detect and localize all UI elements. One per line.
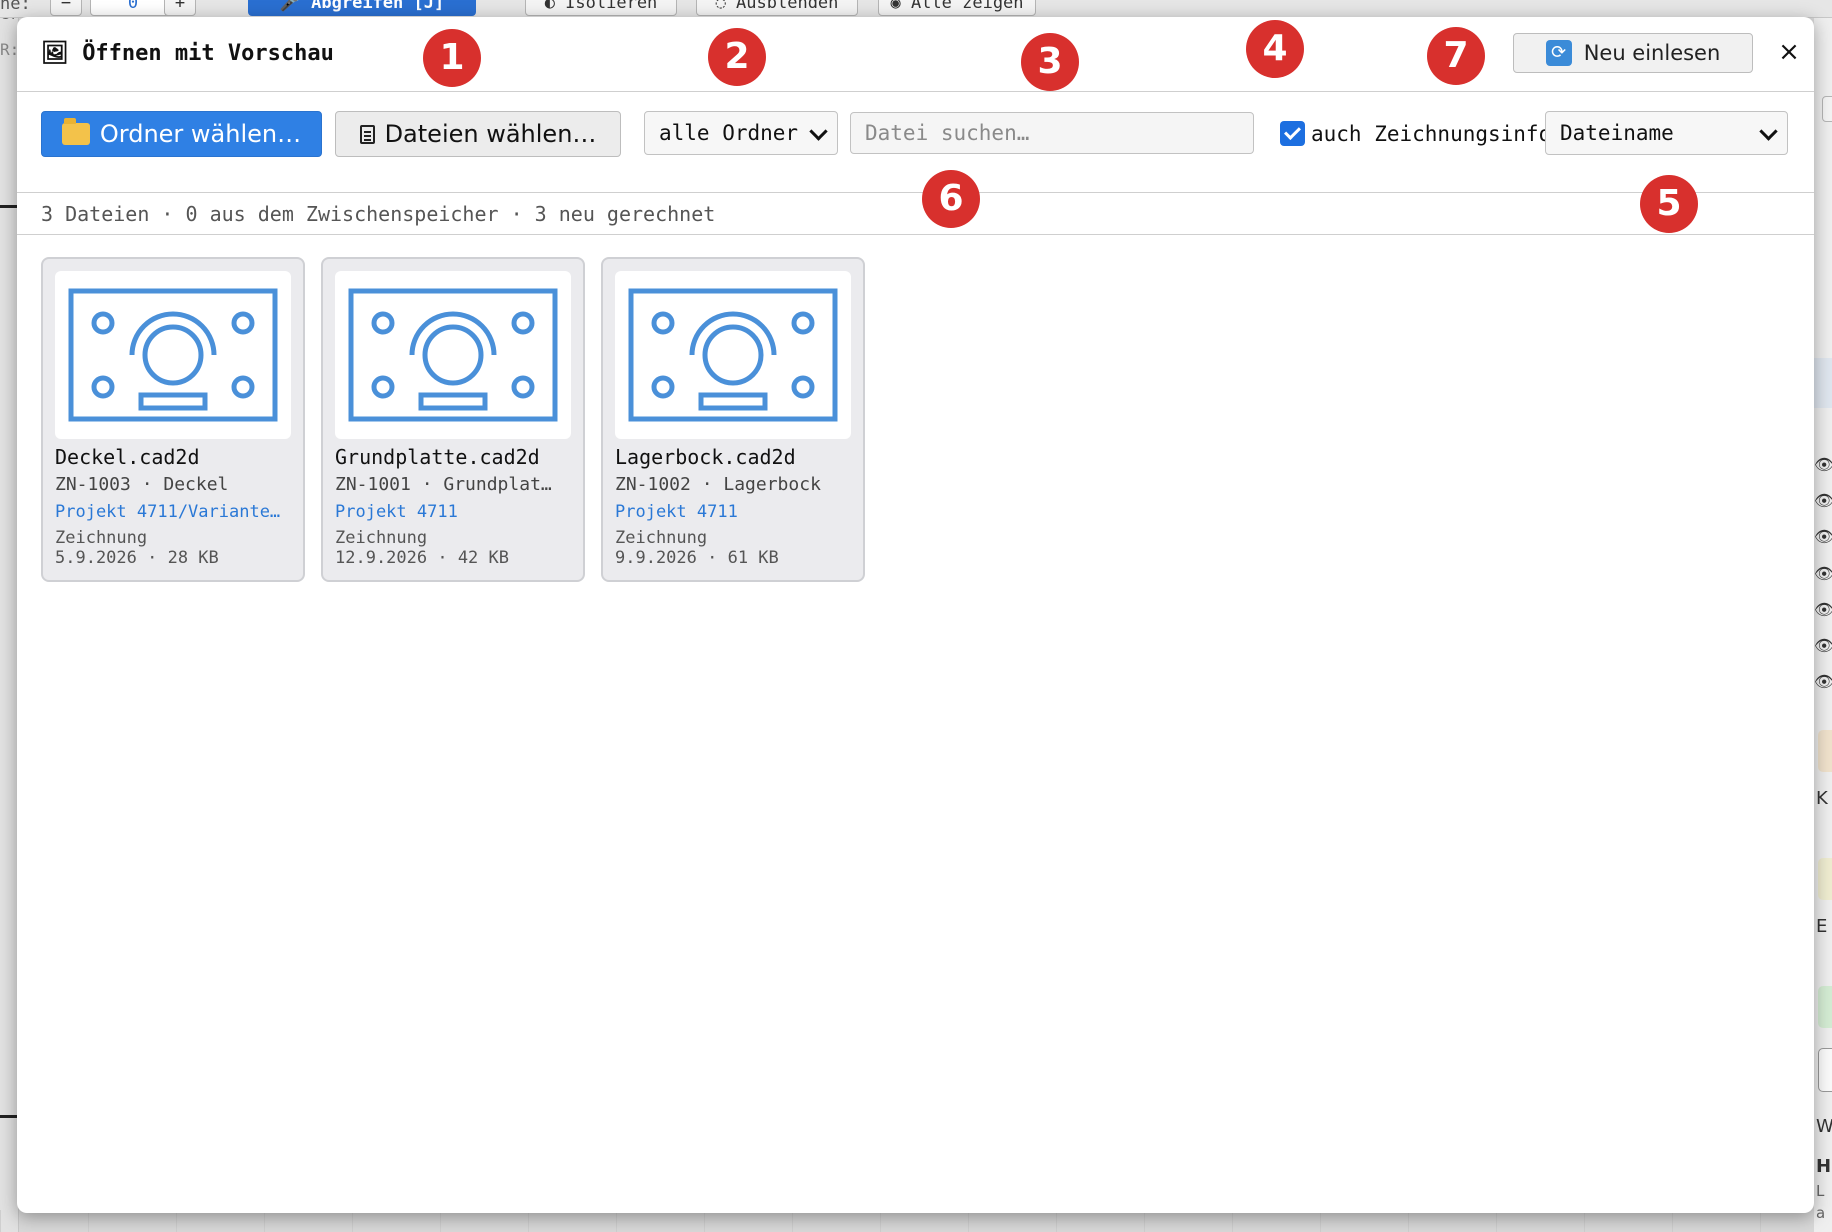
drawing-info-checkbox[interactable] <box>1280 121 1305 146</box>
background-right-panel: 👁 👁 👁 👁 👁 👁 👁 K E W H L a <box>1814 18 1832 1232</box>
drawing-preview-icon <box>68 288 278 422</box>
background-canvas-grid <box>0 1210 1832 1232</box>
annotation-marker-5: 5 <box>1640 175 1698 233</box>
dialog-header: 🖼 Öffnen mit Vorschau ⟳ Neu einlesen × <box>17 17 1814 92</box>
file-name: Grundplatte.cad2d <box>335 445 540 469</box>
file-kind: Zeichnung <box>335 528 428 548</box>
drawing-preview-icon <box>628 288 838 422</box>
image-frame-icon: 🖼 <box>41 41 69 66</box>
file-name: Deckel.cad2d <box>55 445 200 469</box>
drawing-info-label[interactable]: auch Zeichnungsinfo <box>1311 122 1551 146</box>
background-line <box>0 1115 18 1118</box>
file-date-size: 5.9.2026 · 28 KB <box>55 548 219 568</box>
background-toolbar: ne: − 0 + 🎤 Abgreifen [J] ◐ Isolieren ◌ … <box>0 0 1832 18</box>
drawing-thumbnail <box>615 271 851 439</box>
choose-files-label: Dateien wählen… <box>384 120 597 148</box>
close-button[interactable]: × <box>1772 34 1806 70</box>
sort-select[interactable]: Dateiname <box>1545 111 1788 155</box>
eye-icon[interactable]: 👁 <box>1814 455 1832 474</box>
background-swatch <box>1818 730 1832 772</box>
annotation-marker-2: 2 <box>708 28 766 86</box>
background-swatch <box>1818 986 1832 1028</box>
background-input[interactable] <box>1818 1048 1832 1092</box>
eye-icon[interactable]: 👁 <box>1814 527 1832 546</box>
chevron-down-icon <box>809 122 828 141</box>
refresh-icon: ⟳ <box>1545 40 1572 66</box>
background-grab-button[interactable]: 🎤 Abgreifen [J] <box>248 0 476 16</box>
background-line <box>0 205 18 208</box>
file-drawing-number: ZN-1002 · Lagerbock <box>615 474 821 495</box>
dialog-title-text: Öffnen mit Vorschau <box>82 41 334 66</box>
file-date-size: 12.9.2026 · 42 KB <box>335 548 509 568</box>
eye-icon[interactable]: 👁 <box>1814 491 1832 510</box>
file-kind: Zeichnung <box>615 528 708 548</box>
background-hide-button[interactable]: ◌ Ausblenden <box>696 0 858 16</box>
drawing-thumbnail <box>335 271 571 439</box>
background-decrement-button[interactable]: − <box>50 0 82 16</box>
file-path-link[interactable]: Projekt 4711 <box>335 502 571 522</box>
background-letter: K <box>1816 788 1828 809</box>
file-card[interactable]: Grundplatte.cad2d ZN-1001 · Grundplat… P… <box>321 257 585 582</box>
annotation-marker-3: 3 <box>1021 33 1079 91</box>
background-swatch <box>1818 858 1832 900</box>
eye-icon[interactable]: 👁 <box>1814 600 1832 619</box>
file-drawing-number: ZN-1003 · Deckel <box>55 474 229 495</box>
file-card[interactable]: Lagerbock.cad2d ZN-1002 · Lagerbock Proj… <box>601 257 865 582</box>
open-with-preview-dialog: 🖼 Öffnen mit Vorschau ⟳ Neu einlesen × O… <box>17 17 1814 1213</box>
status-line: 3 Dateien · 0 aus dem Zwischenspeicher ·… <box>17 193 1814 235</box>
file-path-link[interactable]: Projekt 4711 <box>615 502 851 522</box>
background-label: ne: <box>0 0 31 14</box>
background-side-button[interactable] <box>1822 96 1832 122</box>
file-card[interactable]: Deckel.cad2d ZN-1003 · Deckel Projekt 47… <box>41 257 305 582</box>
file-search-input[interactable]: Datei suchen… <box>850 112 1254 154</box>
background-show-all-button[interactable]: ◉ Alle zeigen <box>878 0 1036 16</box>
annotation-marker-1: 1 <box>423 29 481 87</box>
annotation-marker-6: 6 <box>922 170 980 228</box>
choose-folder-button[interactable]: Ordner wählen… <box>41 111 322 157</box>
reload-button-label: Neu einlesen <box>1583 41 1721 65</box>
file-path-link[interactable]: Projekt 4711/Variante… <box>55 502 291 522</box>
reload-button[interactable]: ⟳ Neu einlesen <box>1513 33 1753 73</box>
file-kind: Zeichnung <box>55 528 148 548</box>
eye-icon[interactable]: 👁 <box>1814 564 1832 583</box>
chevron-down-icon <box>1759 122 1778 141</box>
background-letter: H <box>1816 1156 1832 1177</box>
sort-value: Dateiname <box>1560 121 1674 145</box>
eye-icon[interactable]: 👁 <box>1814 672 1832 691</box>
file-name: Lagerbock.cad2d <box>615 445 796 469</box>
file-date-size: 9.9.2026 · 61 KB <box>615 548 779 568</box>
choose-files-button[interactable]: Dateien wählen… <box>335 111 621 157</box>
drawing-preview-icon <box>348 288 558 422</box>
background-letter: W <box>1816 1116 1832 1137</box>
background-panel-block <box>1814 358 1832 408</box>
dialog-title: 🖼 Öffnen mit Vorschau <box>41 41 334 66</box>
annotation-marker-4: 4 <box>1246 20 1304 78</box>
status-text: 3 Dateien · 0 aus dem Zwischenspeicher ·… <box>41 202 716 226</box>
file-drawing-number: ZN-1001 · Grundplat… <box>335 474 552 495</box>
dialog-toolbar: Ordner wählen… Dateien wählen… alle Ordn… <box>17 92 1814 193</box>
folder-filter-select[interactable]: alle Ordner <box>644 111 838 155</box>
choose-folder-label: Ordner wählen… <box>99 120 302 148</box>
background-letter: E <box>1816 916 1828 937</box>
background-increment-button[interactable]: + <box>164 0 196 16</box>
folder-filter-value: alle Ordner <box>659 121 799 145</box>
document-icon <box>359 124 375 144</box>
drawing-thumbnail <box>55 271 291 439</box>
background-letter: L <box>1816 1182 1825 1200</box>
annotation-marker-7: 7 <box>1427 27 1485 85</box>
folder-icon <box>61 118 90 145</box>
background-isolate-button[interactable]: ◐ Isolieren <box>525 0 677 16</box>
eye-icon[interactable]: 👁 <box>1814 636 1832 655</box>
